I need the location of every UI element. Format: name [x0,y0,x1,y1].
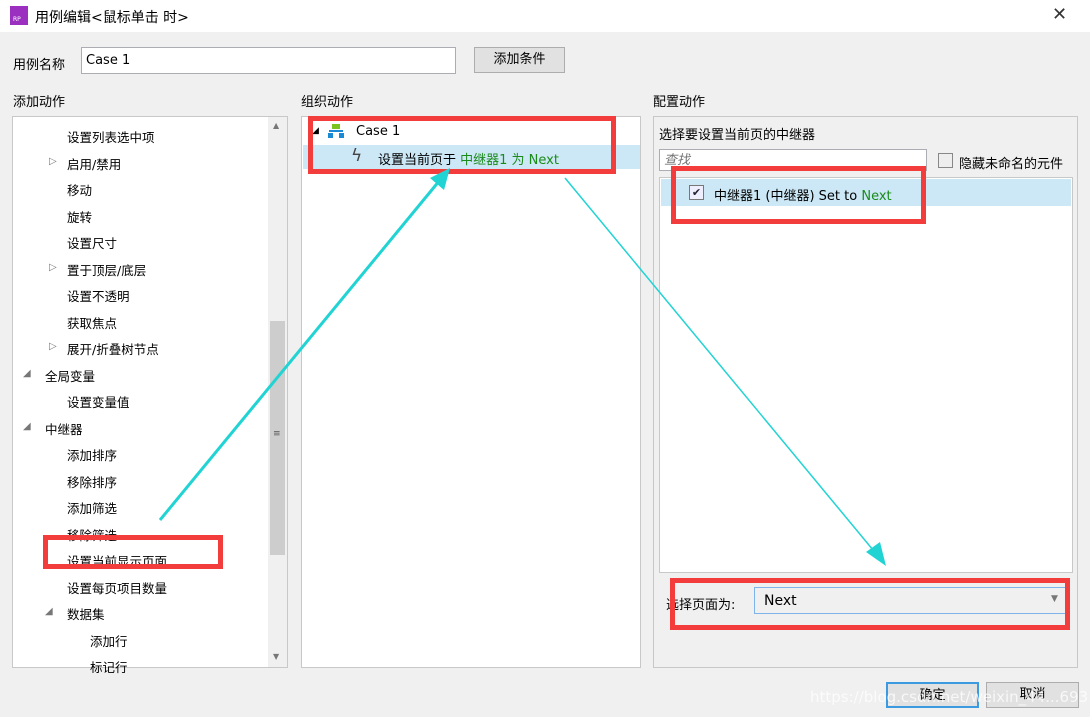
annotation-arrow [158,179,442,521]
annotation-arrow [564,177,879,557]
annotation-arrows [158,168,886,566]
